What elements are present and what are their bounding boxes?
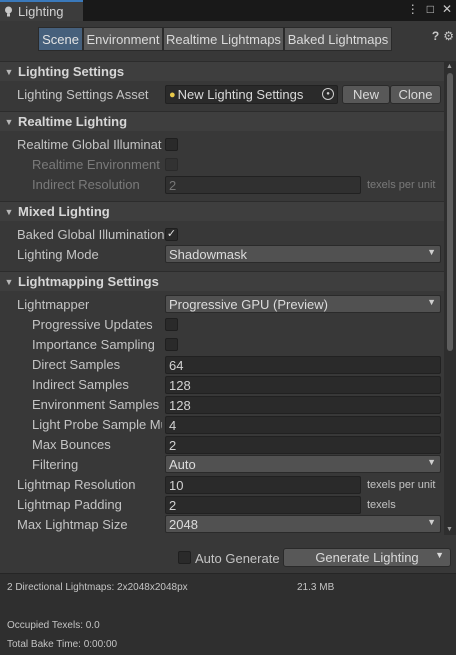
- indirect-samples-field[interactable]: 128: [165, 376, 441, 394]
- lightmap-padding-field[interactable]: 2: [165, 496, 361, 514]
- foldout-arrow-icon: ▼: [4, 66, 14, 77]
- filtering-value: Auto: [169, 456, 196, 472]
- lighting-tab-group: Scene Environment Realtime Lightmaps Bak…: [38, 27, 392, 51]
- lightmapper-dropdown[interactable]: Progressive GPU (Preview) ▼: [165, 295, 441, 313]
- window-menu-icon[interactable]: ⋮: [407, 2, 419, 16]
- section-header-lighting-settings[interactable]: ▼ Lighting Settings: [0, 61, 444, 81]
- tab-environment[interactable]: Environment: [83, 27, 163, 51]
- foldout-arrow-icon: ▼: [4, 276, 14, 287]
- window-controls: ⋮ □ ✕: [407, 2, 452, 16]
- toolbar-icons: ? ⚙: [432, 29, 454, 43]
- importance-sampling-checkbox[interactable]: [165, 338, 178, 351]
- progressive-updates-label: Progressive Updates: [32, 317, 153, 332]
- progressive-updates-checkbox[interactable]: [165, 318, 178, 331]
- filtering-dropdown[interactable]: Auto ▼: [165, 455, 441, 473]
- realtime-environment-lighting-checkbox: [165, 158, 178, 171]
- environment-samples-field[interactable]: 128: [165, 396, 441, 414]
- lighting-mode-value: Shadowmask: [169, 246, 248, 262]
- realtime-gi-checkbox[interactable]: [165, 138, 178, 151]
- stats-size: 21.3 MB: [297, 582, 335, 593]
- chevron-down-icon: ▼: [427, 247, 436, 257]
- generate-row: Auto Generate Generate Lighting ▼: [0, 545, 456, 573]
- scroll-up-icon[interactable]: ▲: [446, 63, 453, 70]
- indirect-resolution-field: 2: [165, 176, 361, 194]
- lighting-mode-dropdown[interactable]: Shadowmask ▼: [165, 245, 441, 263]
- section-title: Mixed Lighting: [18, 204, 110, 219]
- lightmap-resolution-field[interactable]: 10: [165, 476, 361, 494]
- clone-button[interactable]: Clone: [390, 85, 441, 104]
- auto-generate-checkbox[interactable]: [178, 551, 191, 564]
- stats-lightmaps: 2 Directional Lightmaps: 2x2048x2048px: [7, 582, 188, 593]
- lightmap-resolution-label: Lightmap Resolution: [17, 477, 136, 492]
- scroll-down-icon[interactable]: ▼: [446, 526, 453, 533]
- section-header-mixed-lighting[interactable]: ▼ Mixed Lighting: [0, 201, 444, 221]
- indirect-resolution-label: Indirect Resolution: [32, 177, 140, 192]
- lighting-window-tab[interactable]: Lighting: [0, 0, 83, 21]
- lighting-settings-asset-value: New Lighting Settings: [177, 87, 304, 102]
- chevron-down-icon: ▼: [427, 297, 436, 307]
- lightbulb-icon: [5, 6, 12, 16]
- direct-samples-field[interactable]: 64: [165, 356, 441, 374]
- environment-samples-label: Environment Samples: [32, 397, 160, 412]
- lightmapper-value: Progressive GPU (Preview): [169, 296, 328, 312]
- foldout-arrow-icon: ▼: [4, 116, 14, 127]
- max-bounces-label: Max Bounces: [32, 437, 111, 452]
- lighting-mode-label: Lighting Mode: [17, 247, 99, 262]
- chevron-down-icon: ▼: [427, 457, 436, 467]
- tab-baked-lightmaps[interactable]: Baked Lightmaps: [284, 27, 392, 51]
- close-icon[interactable]: ✕: [442, 2, 452, 16]
- filtering-label: Filtering: [32, 457, 79, 472]
- light-probe-sample-multiplier-field[interactable]: 4: [165, 416, 441, 434]
- baked-gi-label: Baked Global Illumination: [17, 227, 165, 242]
- lightmap-padding-label: Lightmap Padding: [17, 497, 122, 512]
- new-button[interactable]: New: [342, 85, 390, 104]
- baked-gi-checkbox[interactable]: ✓: [165, 228, 178, 241]
- lighting-inspector: ▼ Lighting Settings Lighting Settings As…: [0, 61, 444, 535]
- inspector-scrollbar[interactable]: ▲ ▼: [444, 61, 456, 535]
- foldout-arrow-icon: ▼: [4, 206, 14, 217]
- bake-stats-panel: 2 Directional Lightmaps: 2x2048x2048px 2…: [0, 573, 456, 655]
- realtime-gi-label: Realtime Global Illuminatio: [17, 137, 162, 152]
- section-title: Lightmapping Settings: [18, 274, 159, 289]
- auto-generate-label: Auto Generate: [195, 551, 280, 566]
- chevron-down-icon[interactable]: ▼: [435, 550, 444, 560]
- lighting-settings-asset-icon: ●: [169, 88, 176, 101]
- chevron-down-icon: ▼: [427, 517, 436, 527]
- tab-scene[interactable]: Scene: [38, 27, 83, 51]
- generate-lighting-label: Generate Lighting: [315, 550, 419, 565]
- stats-total-bake-time: Total Bake Time: 0:00:00: [7, 639, 118, 650]
- section-header-lightmapping-settings[interactable]: ▼ Lightmapping Settings: [0, 271, 444, 291]
- lighting-settings-asset-field[interactable]: ● New Lighting Settings ●: [165, 85, 338, 104]
- max-lightmap-size-label: Max Lightmap Size: [17, 517, 128, 532]
- generate-lighting-button[interactable]: Generate Lighting ▼: [283, 548, 451, 567]
- light-probe-sample-multiplier-label: Light Probe Sample Mu: [32, 417, 162, 432]
- maximize-icon[interactable]: □: [427, 2, 434, 16]
- stats-occupied-texels: Occupied Texels: 0.0: [7, 620, 100, 631]
- lightmap-padding-units: texels: [367, 499, 396, 511]
- lighting-footer: Auto Generate Generate Lighting ▼ 2 Dire…: [0, 535, 456, 655]
- object-picker-icon[interactable]: ●: [322, 88, 334, 100]
- section-title: Realtime Lighting: [18, 114, 128, 129]
- scrollbar-thumb[interactable]: [447, 73, 453, 351]
- lighting-toolbar: Scene Environment Realtime Lightmaps Bak…: [0, 21, 456, 58]
- indirect-resolution-units: texels per unit: [367, 179, 436, 191]
- realtime-environment-lighting-label: Realtime Environment L: [32, 157, 162, 172]
- lightmap-resolution-units: texels per unit: [367, 479, 436, 491]
- window-tab-bar: Lighting ⋮ □ ✕: [0, 0, 456, 21]
- max-lightmap-size-value: 2048: [169, 516, 198, 532]
- section-header-realtime-lighting[interactable]: ▼ Realtime Lighting: [0, 111, 444, 131]
- importance-sampling-label: Importance Sampling: [32, 337, 155, 352]
- window-title: Lighting: [18, 4, 64, 19]
- lightmapper-label: Lightmapper: [17, 297, 90, 312]
- max-lightmap-size-dropdown[interactable]: 2048 ▼: [165, 515, 441, 533]
- direct-samples-label: Direct Samples: [32, 357, 121, 372]
- settings-icon[interactable]: ⚙: [443, 29, 454, 43]
- lighting-settings-asset-label: Lighting Settings Asset: [17, 87, 149, 102]
- help-icon[interactable]: ?: [432, 29, 439, 43]
- max-bounces-field[interactable]: 2: [165, 436, 441, 454]
- tab-realtime-lightmaps[interactable]: Realtime Lightmaps: [163, 27, 284, 51]
- section-title: Lighting Settings: [18, 64, 125, 79]
- indirect-samples-label: Indirect Samples: [32, 377, 129, 392]
